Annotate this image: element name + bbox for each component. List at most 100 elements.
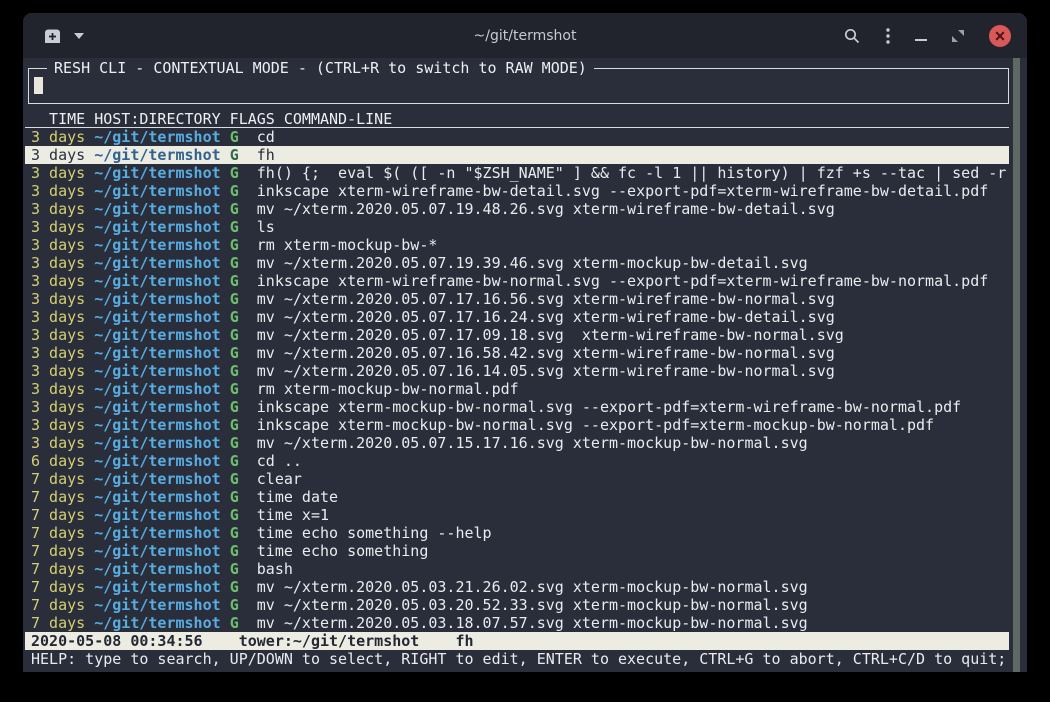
titlebar[interactable]: ~/git/termshot xyxy=(23,13,1027,58)
history-row[interactable]: 3 days ~/git/termshot G mv ~/xterm.2020.… xyxy=(25,200,1009,218)
kebab-menu-icon xyxy=(885,27,891,45)
history-row[interactable]: 3 days ~/git/termshot G mv ~/xterm.2020.… xyxy=(25,434,1009,452)
row-command: mv ~/xterm.2020.05.07.19.39.46.svg xterm… xyxy=(257,254,808,272)
row-command: mv ~/xterm.2020.05.07.16.14.05.svg xterm… xyxy=(257,362,835,380)
menu-button[interactable] xyxy=(885,27,891,45)
history-row[interactable]: 3 days ~/git/termshot G mv ~/xterm.2020.… xyxy=(25,290,1009,308)
row-time: 3 days xyxy=(31,434,85,452)
row-time: 3 days xyxy=(31,308,85,326)
row-time: 3 days xyxy=(31,290,85,308)
history-row[interactable]: 3 days ~/git/termshot G inkscape xterm-w… xyxy=(25,182,1009,200)
status-bar: 2020-05-08 00:34:56tower:~/git/termshotf… xyxy=(25,632,1009,650)
row-directory: ~/git/termshot xyxy=(94,200,220,218)
history-row[interactable]: 3 days ~/git/termshot G fh xyxy=(25,146,1009,164)
row-flags: G xyxy=(230,614,239,632)
history-row[interactable]: 3 days ~/git/termshot G inkscape xterm-m… xyxy=(25,416,1009,434)
tab-dropdown-button[interactable] xyxy=(74,33,84,39)
row-flags: G xyxy=(230,218,239,236)
row-flags: G xyxy=(230,398,239,416)
row-time: 7 days xyxy=(31,614,85,632)
history-row[interactable]: 3 days ~/git/termshot G mv ~/xterm.2020.… xyxy=(25,308,1009,326)
history-row[interactable]: 7 days ~/git/termshot G time x=1 xyxy=(25,506,1009,524)
history-row[interactable]: 3 days ~/git/termshot G mv ~/xterm.2020.… xyxy=(25,362,1009,380)
mode-header: RESH CLI - CONTEXTUAL MODE - (CTRL+R to … xyxy=(47,59,594,77)
history-row[interactable]: 3 days ~/git/termshot G cd xyxy=(25,128,1009,146)
row-time: 3 days xyxy=(31,182,85,200)
row-directory: ~/git/termshot xyxy=(94,182,220,200)
row-flags: G xyxy=(230,344,239,362)
row-time: 6 days xyxy=(31,452,85,470)
history-row[interactable]: 3 days ~/git/termshot G mv ~/xterm.2020.… xyxy=(25,326,1009,344)
row-time: 3 days xyxy=(31,398,85,416)
history-row[interactable]: 3 days ~/git/termshot G inkscape xterm-w… xyxy=(25,272,1009,290)
row-command: mv ~/xterm.2020.05.07.15.17.16.svg xterm… xyxy=(257,434,808,452)
row-flags: G xyxy=(230,542,239,560)
row-directory: ~/git/termshot xyxy=(94,578,220,596)
row-flags: G xyxy=(230,596,239,614)
row-directory: ~/git/termshot xyxy=(94,470,220,488)
row-command: cd .. xyxy=(257,452,302,470)
history-row[interactable]: 6 days ~/git/termshot G cd .. xyxy=(25,452,1009,470)
window-title: ~/git/termshot xyxy=(474,28,577,44)
history-row[interactable]: 3 days ~/git/termshot G mv ~/xterm.2020.… xyxy=(25,254,1009,272)
history-row[interactable]: 3 days ~/git/termshot G ls xyxy=(25,218,1009,236)
row-time: 7 days xyxy=(31,560,85,578)
row-time: 7 days xyxy=(31,488,85,506)
row-command: inkscape xterm-mockup-bw-normal.svg --ex… xyxy=(257,398,961,416)
history-row[interactable]: 7 days ~/git/termshot G mv ~/xterm.2020.… xyxy=(25,578,1009,596)
history-row[interactable]: 3 days ~/git/termshot G rm xterm-mockup-… xyxy=(25,236,1009,254)
row-time: 3 days xyxy=(31,272,85,290)
history-row[interactable]: 7 days ~/git/termshot G mv ~/xterm.2020.… xyxy=(25,614,1009,632)
restore-button[interactable] xyxy=(951,29,965,43)
row-directory: ~/git/termshot xyxy=(94,398,220,416)
row-time: 3 days xyxy=(31,380,85,398)
row-time: 3 days xyxy=(31,128,85,146)
history-row[interactable]: 3 days ~/git/termshot G mv ~/xterm.2020.… xyxy=(25,344,1009,362)
search-input[interactable]: RESH CLI - CONTEXTUAL MODE - (CTRL+R to … xyxy=(28,68,1009,104)
row-time: 3 days xyxy=(31,416,85,434)
row-directory: ~/git/termshot xyxy=(94,236,220,254)
row-directory: ~/git/termshot xyxy=(94,506,220,524)
history-row[interactable]: 7 days ~/git/termshot G bash xyxy=(25,560,1009,578)
row-command: mv ~/xterm.2020.05.07.17.16.56.svg xterm… xyxy=(257,290,835,308)
row-directory: ~/git/termshot xyxy=(94,524,220,542)
history-row[interactable]: 3 days ~/git/termshot G fh() {; eval $( … xyxy=(25,164,1009,182)
row-time: 3 days xyxy=(31,326,85,344)
row-time: 3 days xyxy=(31,218,85,236)
close-button[interactable] xyxy=(989,25,1011,47)
row-flags: G xyxy=(230,434,239,452)
search-button[interactable] xyxy=(843,27,861,45)
history-row[interactable]: 7 days ~/git/termshot G time date xyxy=(25,488,1009,506)
row-directory: ~/git/termshot xyxy=(94,596,220,614)
row-flags: G xyxy=(230,380,239,398)
row-command: clear xyxy=(257,470,302,488)
terminal-window: ~/git/termshot xyxy=(23,13,1027,672)
history-row[interactable]: 3 days ~/git/termshot G inkscape xterm-m… xyxy=(25,398,1009,416)
history-row[interactable]: 7 days ~/git/termshot G mv ~/xterm.2020.… xyxy=(25,596,1009,614)
row-command: mv ~/xterm.2020.05.07.17.16.24.svg xterm… xyxy=(257,308,835,326)
row-flags: G xyxy=(230,308,239,326)
row-flags: G xyxy=(230,362,239,380)
row-directory: ~/git/termshot xyxy=(94,344,220,362)
row-directory: ~/git/termshot xyxy=(94,614,220,632)
scrollbar[interactable] xyxy=(1013,58,1020,672)
row-command: mv ~/xterm.2020.05.03.21.26.02.svg xterm… xyxy=(257,578,808,596)
history-row[interactable]: 3 days ~/git/termshot G rm xterm-mockup-… xyxy=(25,380,1009,398)
new-tab-button[interactable] xyxy=(43,28,62,44)
new-tab-icon xyxy=(43,28,62,44)
row-time: 3 days xyxy=(31,146,85,164)
row-time: 7 days xyxy=(31,542,85,560)
history-row[interactable]: 7 days ~/git/termshot G time echo someth… xyxy=(25,542,1009,560)
row-time: 3 days xyxy=(31,254,85,272)
row-directory: ~/git/termshot xyxy=(94,380,220,398)
row-time: 3 days xyxy=(31,344,85,362)
status-query: fh xyxy=(455,632,473,650)
row-command: time date xyxy=(257,488,338,506)
row-command: cd xyxy=(257,128,275,146)
history-row[interactable]: 7 days ~/git/termshot G clear xyxy=(25,470,1009,488)
row-command: time x=1 xyxy=(257,506,329,524)
minimize-button[interactable] xyxy=(915,31,927,41)
history-row[interactable]: 7 days ~/git/termshot G time echo someth… xyxy=(25,524,1009,542)
row-flags: G xyxy=(230,488,239,506)
row-flags: G xyxy=(230,164,239,182)
